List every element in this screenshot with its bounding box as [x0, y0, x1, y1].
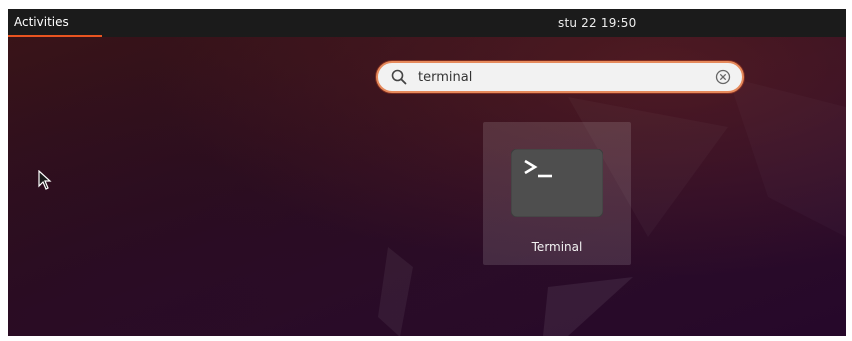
clock[interactable]: stu 22 19:50 — [558, 9, 636, 37]
app-result-terminal[interactable]: Terminal — [483, 122, 631, 265]
desktop-screen: Activities stu 22 19:50 Terminal — [8, 9, 846, 336]
terminal-icon — [511, 149, 603, 217]
search-entry[interactable] — [376, 61, 744, 93]
top-bar: Activities stu 22 19:50 — [8, 9, 846, 37]
search-icon — [391, 69, 407, 85]
search-input[interactable] — [418, 66, 698, 88]
activities-button[interactable]: Activities — [8, 9, 102, 37]
clear-icon[interactable] — [714, 68, 732, 86]
app-label: Terminal — [531, 240, 583, 254]
mouse-pointer-icon — [38, 170, 52, 190]
